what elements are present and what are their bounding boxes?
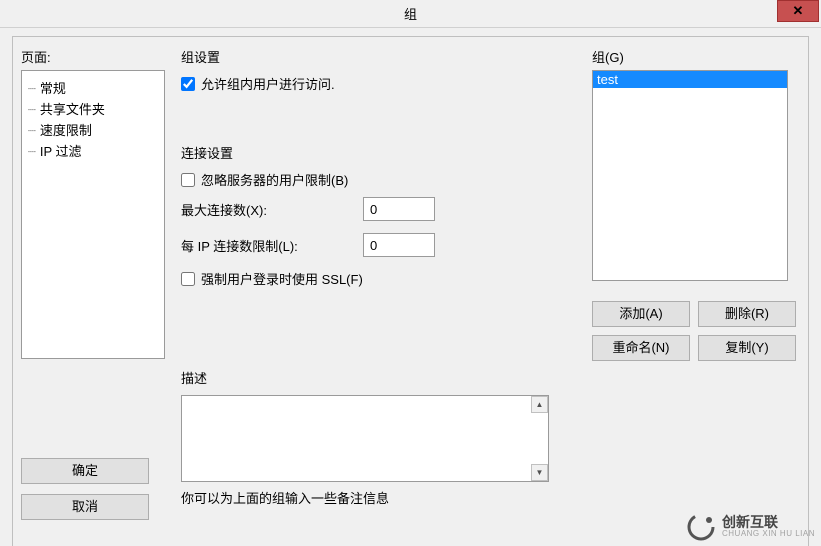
per-ip-label: 每 IP 连接数限制(L): bbox=[181, 236, 363, 255]
description-hint: 你可以为上面的组输入一些备注信息 bbox=[181, 488, 574, 507]
max-conn-label: 最大连接数(X): bbox=[181, 200, 363, 219]
close-button[interactable]: ✕ bbox=[777, 0, 819, 22]
allow-access-label: 允许组内用户进行访问. bbox=[201, 74, 335, 93]
main-panel: 页面: 常规 共享文件夹 速度限制 IP 过滤 确定 取消 组设置 允许组内用户… bbox=[12, 36, 809, 546]
max-conn-input[interactable] bbox=[363, 197, 435, 221]
connection-settings-title: 连接设置 bbox=[181, 143, 574, 162]
sidebar-item-general[interactable]: 常规 bbox=[28, 77, 164, 98]
watermark-logo-icon bbox=[686, 512, 716, 542]
sidebar-item-speed-limit[interactable]: 速度限制 bbox=[28, 119, 164, 140]
ignore-server-limit-label: 忽略服务器的用户限制(B) bbox=[201, 170, 348, 189]
force-ssl-checkbox[interactable] bbox=[181, 272, 195, 286]
groups-listbox[interactable]: test bbox=[592, 70, 788, 281]
ok-button[interactable]: 确定 bbox=[21, 458, 149, 484]
allow-access-checkbox[interactable] bbox=[181, 77, 195, 91]
per-ip-input[interactable] bbox=[363, 233, 435, 257]
watermark-en: CHUANG XIN HU LIAN bbox=[722, 530, 815, 539]
pages-tree[interactable]: 常规 共享文件夹 速度限制 IP 过滤 bbox=[21, 70, 165, 359]
delete-button[interactable]: 删除(R) bbox=[698, 301, 796, 327]
sidebar-item-shared-folders[interactable]: 共享文件夹 bbox=[28, 98, 164, 119]
force-ssl-label: 强制用户登录时使用 SSL(F) bbox=[201, 269, 363, 288]
titlebar: 组 ✕ bbox=[0, 0, 821, 28]
watermark: 创新互联 CHUANG XIN HU LIAN bbox=[686, 512, 815, 542]
description-title: 描述 bbox=[181, 368, 574, 387]
pages-label: 页面: bbox=[21, 47, 155, 66]
add-button[interactable]: 添加(A) bbox=[592, 301, 690, 327]
textarea-scroll: ▲ ▼ bbox=[531, 396, 548, 481]
watermark-cn: 创新互联 bbox=[722, 515, 815, 530]
group-settings-title: 组设置 bbox=[181, 47, 574, 66]
list-item[interactable]: test bbox=[593, 71, 787, 88]
copy-button[interactable]: 复制(Y) bbox=[698, 335, 796, 361]
window-title: 组 bbox=[404, 4, 417, 23]
ignore-server-limit-checkbox[interactable] bbox=[181, 173, 195, 187]
description-textarea[interactable] bbox=[181, 395, 549, 482]
close-icon: ✕ bbox=[793, 3, 804, 19]
sidebar-item-ip-filter[interactable]: IP 过滤 bbox=[28, 140, 164, 161]
scroll-down-icon[interactable]: ▼ bbox=[531, 464, 548, 481]
scroll-up-icon[interactable]: ▲ bbox=[531, 396, 548, 413]
rename-button[interactable]: 重命名(N) bbox=[592, 335, 690, 361]
cancel-button[interactable]: 取消 bbox=[21, 494, 149, 520]
groups-label: 组(G) bbox=[592, 47, 796, 66]
